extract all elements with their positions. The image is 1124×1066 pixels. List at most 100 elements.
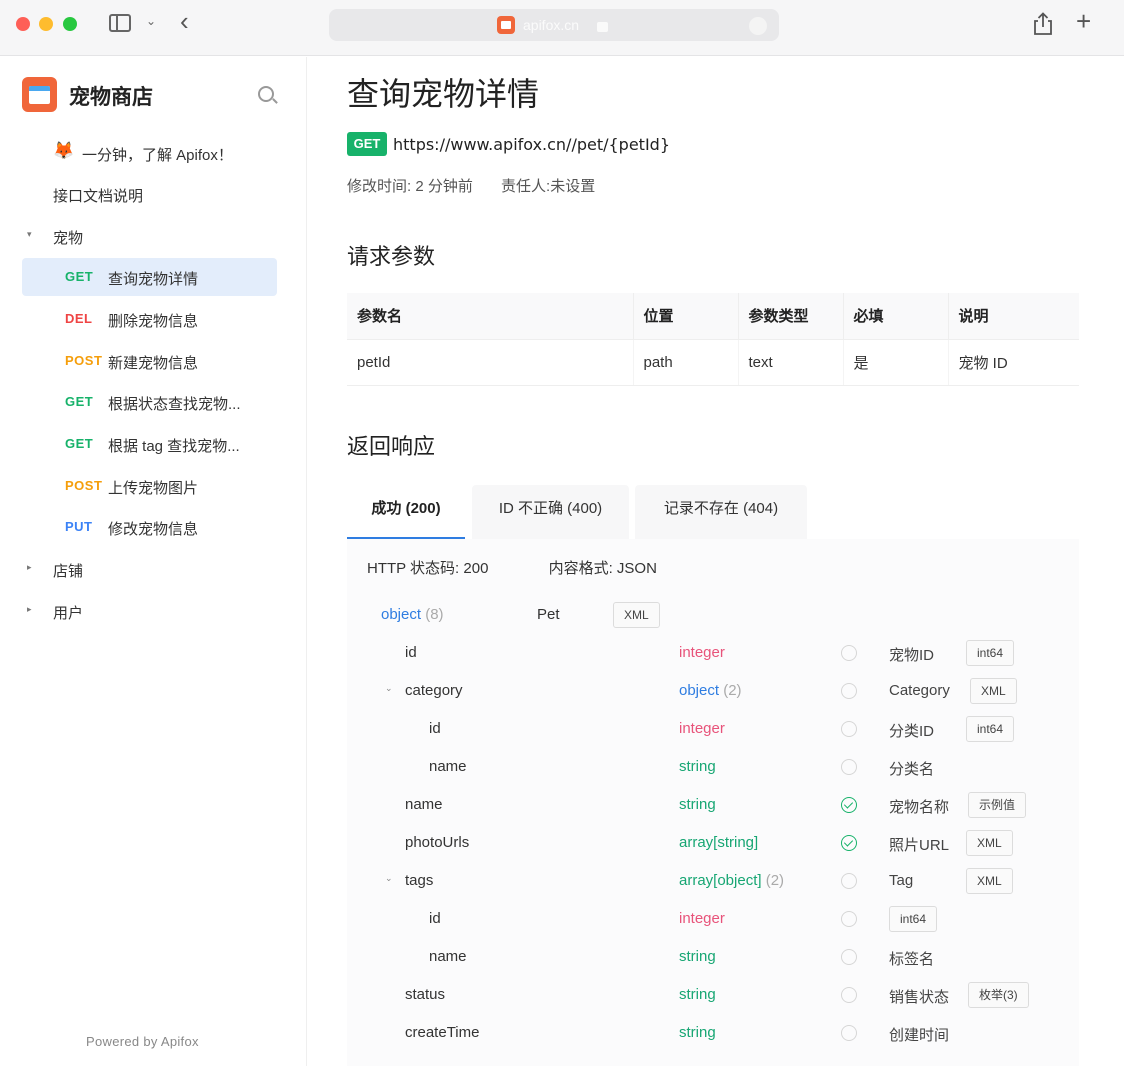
field-name: status: [405, 986, 446, 1003]
schema-tag[interactable]: 枚举(3): [968, 982, 1029, 1008]
sidebar-item-delete-pet[interactable]: DEL 删除宠物信息: [22, 300, 277, 338]
address-bar-domain: apifox.cn: [523, 17, 580, 33]
required-indicator-icon: [841, 721, 857, 737]
schema-tag[interactable]: int64: [889, 906, 938, 932]
tab-not-found-404[interactable]: 记录不存在 (404): [635, 485, 807, 539]
field-type: integer: [679, 644, 725, 661]
powered-by-footer[interactable]: Powered by Apifox: [86, 1034, 199, 1049]
field-type: string: [679, 796, 716, 813]
required-indicator-icon: [841, 1025, 857, 1041]
collapse-caret-icon[interactable]: ⌄: [385, 683, 393, 694]
required-check-icon: [841, 797, 857, 813]
schema-tag[interactable]: XML: [966, 868, 1013, 894]
search-icon[interactable]: [258, 86, 274, 102]
sidebar-item-intro[interactable]: 🦊 一分钟，了解 Apifox！: [22, 134, 277, 172]
response-status-line: HTTP 状态码: 200 内容格式: JSON: [367, 557, 657, 578]
browser-titlebar: ⌄ ‹ apifox.cn +: [0, 0, 1124, 56]
sidebar-folder-pets[interactable]: ▾ 宠物: [22, 217, 277, 255]
sidebar-item-get-pet[interactable]: GET 查询宠物详情: [22, 258, 277, 296]
field-type: array[object]: [679, 872, 762, 889]
schema-tag[interactable]: 示例值: [968, 792, 1027, 818]
field-type: string: [679, 986, 716, 1003]
address-bar[interactable]: apifox.cn: [329, 9, 779, 41]
back-arrow-icon[interactable]: ‹: [180, 8, 189, 34]
field-count: (2): [765, 872, 785, 889]
column-header: 参数名: [347, 293, 634, 340]
field-name: tags: [405, 872, 434, 889]
response-title: 返回响应: [347, 434, 436, 459]
sidebar-item-create-pet[interactable]: POST 新建宠物信息: [22, 342, 277, 380]
sidebar-item-find-by-tag[interactable]: GET 根据 tag 查找宠物...: [22, 425, 277, 463]
modified-time: 修改时间: 2 分钟前: [347, 178, 473, 195]
minimize-window-button[interactable]: [39, 17, 53, 31]
sidebar-item-label: 根据状态查找宠物...: [108, 396, 241, 413]
method-badge: GET: [65, 394, 94, 409]
http-status-code: HTTP 状态码: 200: [367, 560, 489, 577]
fox-icon: 🦊: [53, 141, 75, 160]
schema-tag[interactable]: int64: [966, 716, 1015, 742]
method-badge: POST: [65, 353, 103, 368]
schema-tag[interactable]: XML: [613, 602, 660, 628]
schema-row: id integer int64: [347, 900, 1079, 938]
zoom-window-button[interactable]: [63, 17, 77, 31]
field-desc: 宠物ID: [889, 647, 935, 664]
method-badge: GET: [65, 436, 94, 451]
schema-tag[interactable]: XML: [966, 830, 1013, 856]
field-name: category: [405, 682, 463, 699]
method-badge: POST: [65, 478, 103, 493]
sidebar-item-update-pet[interactable]: PUT 修改宠物信息: [22, 508, 277, 546]
method-badge: DEL: [65, 311, 93, 326]
field-name: photoUrls: [405, 834, 470, 851]
tab-success-200[interactable]: 成功 (200): [347, 485, 465, 539]
field-count: (2): [723, 682, 742, 699]
field-desc: 创建时间: [889, 1027, 950, 1044]
required-indicator-icon: [841, 911, 857, 927]
required-indicator-icon: [841, 683, 857, 699]
schema-root-type-name: object: [381, 606, 422, 623]
sidebar-item-label: 查询宠物详情: [108, 271, 199, 288]
field-desc: Category: [889, 682, 950, 699]
sidebar-folder-store[interactable]: ▸ 店铺: [22, 550, 277, 588]
field-desc: 照片URL: [889, 837, 950, 854]
sidebar-item-label: 根据 tag 查找宠物...: [108, 438, 240, 455]
schema-row: ⌄ tags array[object] (2) Tag XML: [347, 862, 1079, 900]
field-name: id: [405, 644, 417, 661]
collapse-caret-icon[interactable]: ⌄: [385, 873, 393, 884]
content-type: 内容格式: JSON: [548, 560, 657, 577]
table-cell: 宠物 ID: [948, 339, 1079, 386]
sidebar-item-label: 新建宠物信息: [108, 355, 199, 372]
sidebar-item-find-by-status[interactable]: GET 根据状态查找宠物...: [22, 383, 277, 421]
sidebar-folder-user[interactable]: ▸ 用户: [22, 592, 277, 630]
more-options-icon[interactable]: [749, 17, 767, 35]
schema-row: name string 分类名: [347, 748, 1079, 786]
sidebar-item-label: 删除宠物信息: [108, 313, 199, 330]
schema-root-model: Pet: [537, 606, 560, 623]
required-indicator-icon: [841, 645, 857, 661]
caret-right-icon[interactable]: ▸: [27, 604, 32, 615]
schema-row: status string 销售状态 枚举(3): [347, 976, 1079, 1014]
close-window-button[interactable]: [16, 17, 30, 31]
sidebar-item-upload-image[interactable]: POST 上传宠物图片: [22, 467, 277, 505]
main-content: 查询宠物详情 GET https://www.apifox.cn//pet/{p…: [308, 57, 1124, 1066]
sidebar-toggle-icon[interactable]: [109, 14, 131, 32]
meta-line: 修改时间: 2 分钟前 责任人:未设置: [347, 175, 595, 196]
method-badge: GET: [65, 269, 94, 284]
sidebar-item-docs[interactable]: 接口文档说明: [22, 175, 277, 213]
chevron-down-icon[interactable]: ⌄: [146, 14, 156, 28]
caret-down-icon[interactable]: ▾: [27, 229, 32, 240]
schema-tag[interactable]: XML: [970, 678, 1017, 704]
tab-bad-id-400[interactable]: ID 不正确 (400): [472, 485, 629, 539]
field-type-group: object (2): [679, 682, 742, 699]
new-tab-plus-icon[interactable]: +: [1076, 8, 1091, 34]
sidebar: 宠物商店 🦊 一分钟，了解 Apifox！ 接口文档说明 ▾ 宠物 GET 查询…: [0, 57, 307, 1066]
required-indicator-icon: [841, 949, 857, 965]
field-name: name: [429, 758, 467, 775]
column-header: 位置: [633, 293, 739, 340]
sidebar-item-label: 店铺: [53, 563, 84, 580]
field-type: object: [679, 682, 720, 699]
schema-tag[interactable]: int64: [966, 640, 1015, 666]
caret-right-icon[interactable]: ▸: [27, 562, 32, 573]
table-cell: path: [633, 339, 739, 386]
share-icon[interactable]: [1032, 12, 1054, 36]
field-desc: 销售状态: [889, 989, 950, 1006]
